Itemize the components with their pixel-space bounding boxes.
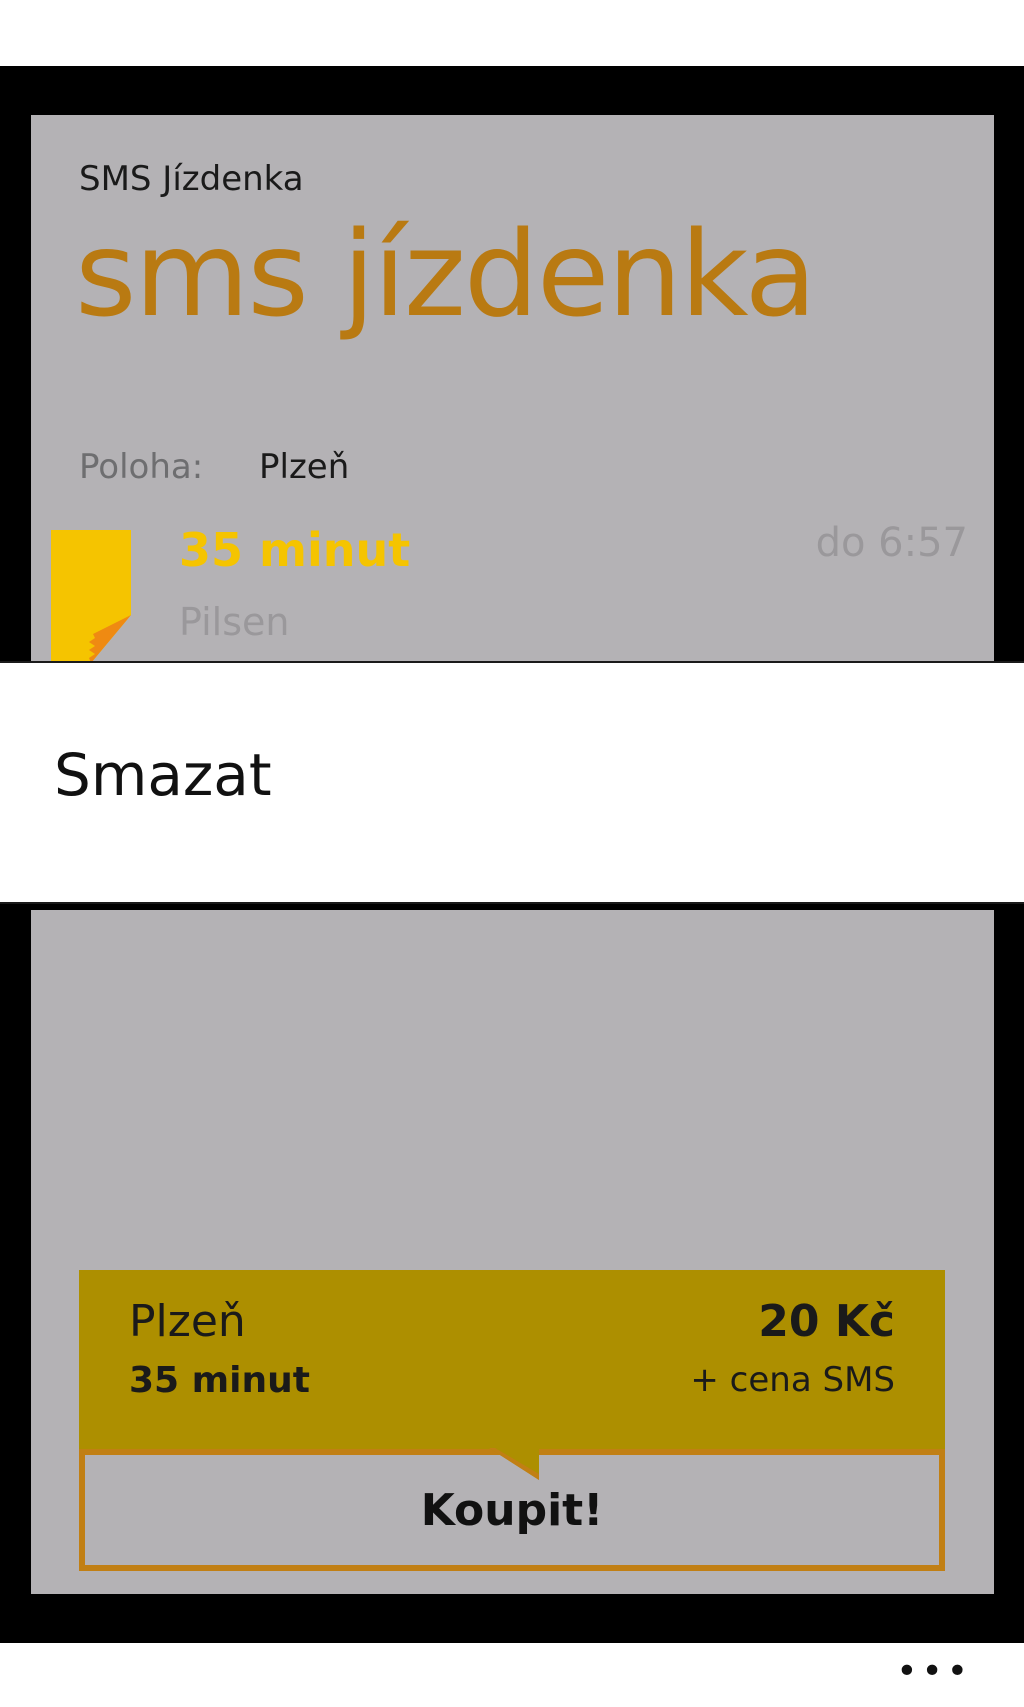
app-bar: •••	[0, 1643, 1024, 1707]
offer-price: 20 Kč	[758, 1296, 895, 1347]
location-label: Poloha:	[79, 447, 204, 487]
menu-item-delete[interactable]: Smazat	[54, 741, 272, 809]
ticket-valid-until: do 6:57	[815, 520, 968, 566]
callout-pointer	[489, 1448, 539, 1480]
page-title: sms jízdenka	[75, 205, 817, 343]
more-options-icon[interactable]: •••	[896, 1651, 972, 1692]
status-bar-area	[0, 0, 1024, 66]
ticket-icon	[51, 530, 131, 663]
ticket-name[interactable]: 35 minut	[179, 523, 410, 577]
offer-sms-note: + cena SMS	[690, 1360, 895, 1400]
offer-city: Plzeň	[129, 1296, 246, 1347]
location-value[interactable]: Plzeň	[259, 447, 349, 487]
app-page-dimmed: SMS Jízdenka sms jízdenka Poloha: Plzeň …	[31, 115, 994, 663]
app-name: SMS Jízdenka	[79, 159, 304, 199]
ticket-city: Pilsen	[179, 600, 290, 644]
ticket-offer-card: Plzeň 35 minut 20 Kč + cena SMS	[79, 1270, 945, 1450]
offer-duration: 35 minut	[129, 1360, 310, 1401]
context-menu: Smazat	[0, 663, 1024, 904]
